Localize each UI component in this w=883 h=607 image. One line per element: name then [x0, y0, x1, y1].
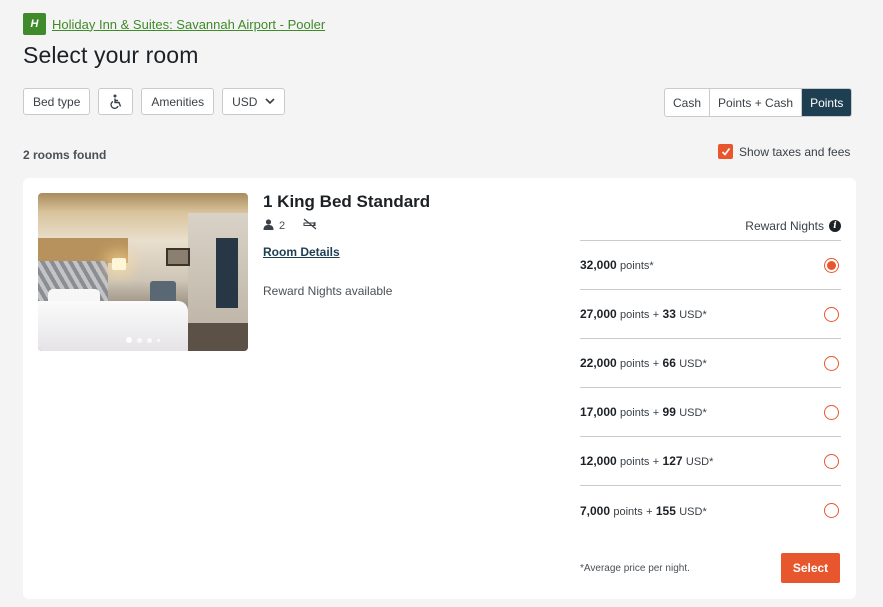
bed-type-filter[interactable]: Bed type [23, 88, 91, 115]
rate-option[interactable]: 32,000 points* [580, 241, 841, 290]
carousel-dot[interactable] [147, 337, 152, 343]
accessibility-filter[interactable] [98, 88, 134, 115]
rate-radio[interactable] [824, 355, 839, 371]
rates-header-label: Reward Nights [745, 219, 824, 233]
rates-header: Reward Nights i [580, 212, 841, 241]
room-card: 1 King Bed Standard 2 Room Details Rewar… [23, 178, 856, 599]
amenities-filter[interactable]: Amenities [141, 88, 215, 115]
rooms-found-count: 2 rooms found [23, 148, 107, 162]
carousel-dot[interactable] [157, 338, 160, 342]
average-price-footnote: *Average price per night. [580, 563, 690, 574]
rate-label: 12,000 points + 127 USD* [580, 454, 714, 468]
person-icon [263, 218, 274, 233]
room-name: 1 King Bed Standard [263, 192, 431, 211]
show-taxes-toggle[interactable]: Show taxes and fees [718, 144, 850, 159]
payment-type-toggle: Cash Points + Cash Points [664, 88, 853, 117]
toggle-points[interactable]: Points [802, 89, 852, 116]
page-title: Select your room [23, 42, 199, 68]
select-room-button[interactable]: Select [781, 553, 840, 583]
chevron-down-icon [265, 98, 275, 105]
holiday-inn-logo-icon: H [23, 13, 46, 35]
rate-radio[interactable] [824, 257, 839, 273]
wheelchair-icon [109, 94, 123, 109]
rate-options: Reward Nights i 32,000 points* 27,000 po… [580, 212, 841, 535]
room-meta: 2 [263, 218, 317, 233]
logo-glyph: H [30, 18, 39, 30]
currency-select[interactable]: USD [222, 88, 286, 115]
carousel-dot[interactable] [137, 337, 142, 343]
rate-label: 7,000 points + 155 USD* [580, 503, 707, 518]
toggle-points-cash[interactable]: Points + Cash [710, 89, 803, 116]
carousel-dot[interactable] [126, 337, 132, 343]
reward-availability: Reward Nights available [263, 284, 393, 298]
hotel-name-link[interactable]: Holiday Inn & Suites: Savannah Airport -… [52, 17, 325, 32]
room-photo-carousel[interactable] [38, 193, 248, 351]
rate-option[interactable]: 27,000 points + 33 USD* [580, 290, 841, 339]
rate-option[interactable]: 17,000 points + 99 USD* [580, 388, 841, 437]
show-taxes-label: Show taxes and fees [739, 144, 851, 159]
info-icon[interactable]: i [829, 220, 841, 232]
guest-count: 2 [279, 219, 286, 232]
room-details-link[interactable]: Room Details [263, 245, 340, 259]
rate-radio[interactable] [824, 404, 839, 420]
checkmark-icon [721, 148, 730, 156]
rate-option[interactable]: 22,000 points + 66 USD* [580, 339, 841, 388]
no-smoking-icon [303, 218, 317, 233]
rate-radio[interactable] [824, 306, 839, 322]
rate-option[interactable]: 7,000 points + 155 USD* [580, 486, 841, 535]
rate-radio[interactable] [824, 503, 839, 518]
show-taxes-checkbox[interactable] [718, 144, 733, 159]
rate-radio[interactable] [824, 453, 839, 469]
rate-label: 22,000 points + 66 USD* [580, 356, 707, 370]
rate-label: 32,000 points* [580, 258, 654, 272]
currency-value: USD [232, 94, 258, 109]
carousel-dots [38, 337, 248, 343]
hotel-header: H Holiday Inn & Suites: Savannah Airport… [23, 13, 325, 35]
toggle-cash[interactable]: Cash [665, 89, 711, 116]
filter-bar: Bed type Amenities USD [23, 88, 286, 115]
rate-label: 27,000 points + 33 USD* [580, 307, 707, 321]
rate-label: 17,000 points + 99 USD* [580, 405, 707, 419]
rate-option[interactable]: 12,000 points + 127 USD* [580, 437, 841, 486]
